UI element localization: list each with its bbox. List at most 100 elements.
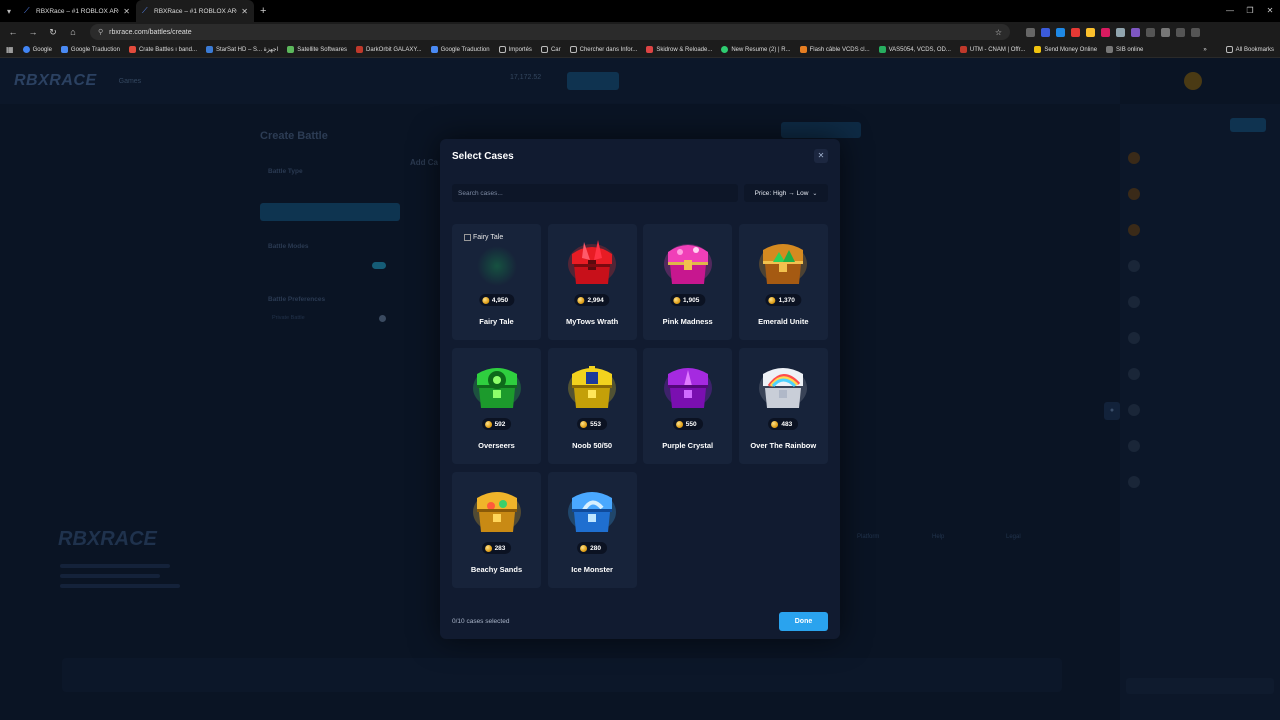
cast-icon[interactable] [1176,27,1185,37]
site-header: RBXRACE Games [0,58,1120,104]
bookmark-folder[interactable]: Car [540,46,561,53]
bookmark-item[interactable]: VAS5054, VCDS, OD... [878,46,951,53]
case-card-emerald-unite[interactable]: 1,370 Emerald Unite [738,224,828,340]
done-button[interactable]: Done [779,612,828,631]
case-card-ice-monster[interactable]: 280 Ice Monster [547,472,637,588]
chat-avatar [1128,332,1140,344]
bookmark-favicon-icon [646,46,654,53]
bookmark-folder[interactable]: Chercher dans Infor... [569,46,637,53]
site-info-icon[interactable]: ⚲ [98,28,103,36]
extension-icon[interactable] [1101,27,1110,37]
bookmark-item[interactable]: DarkOrbit GALAXY... [355,46,422,53]
private-battle-toggle[interactable] [379,315,386,322]
deposit-button[interactable] [567,72,619,90]
bookmark-item[interactable]: Google Traduction [60,46,120,53]
case-card-mytows-wrath[interactable]: 2,994 MyTows Wrath [547,224,637,340]
puzzle-icon[interactable] [1161,27,1170,37]
back-arrow-icon[interactable]: ← [4,27,22,37]
browser-tab-active[interactable]: ⟋ RBXRace – #1 ROBLOX ARCADE ✕ [136,0,254,22]
extension-icon[interactable] [1131,27,1140,37]
bookmark-favicon-icon [878,46,886,53]
nav-games[interactable]: Games [119,78,142,85]
bookmark-item[interactable]: Send Money Online [1034,46,1097,53]
reload-icon[interactable]: ↻ [44,27,62,38]
forward-arrow-icon[interactable]: → [24,27,42,37]
bookmark-item[interactable]: Google [22,46,52,53]
tab-title: RBXRace – #1 ROBLOX ARCADE [154,7,237,15]
address-bar-row: ← → ↻ ⌂ ⚲ rbxrace.com/battles/create ☆ [0,22,1280,42]
home-icon[interactable]: ⌂ [64,27,82,37]
new-tab-icon[interactable]: + [254,5,272,17]
extension-icon[interactable] [1041,27,1050,37]
bookmark-star-icon[interactable]: ☆ [995,28,1002,37]
case-card-beachy-sands[interactable]: 283 Beachy Sands [452,472,541,588]
bookmark-item[interactable]: New Resume (2) | R... [721,46,791,53]
case-card-fairy-tale[interactable]: Fairy Tale 4,950 Fairy Tale [452,224,541,340]
tab-close-icon[interactable]: ✕ [241,7,248,16]
case-price: 1,905 [670,294,706,306]
chat-avatar [1128,368,1140,380]
bookmark-item[interactable]: StarSat HD – S... اجهزة [205,46,278,53]
emerald-chest-icon [759,244,808,284]
sort-dropdown[interactable]: Price: High → Low ⌄ [744,184,828,202]
extensions-bar [1026,27,1200,37]
battle-type-option[interactable] [260,181,400,199]
close-icon[interactable]: ✕ [814,149,828,163]
pink-chest-icon [663,244,712,284]
chevron-down-icon: ⌄ [812,190,818,197]
apps-grid-icon[interactable]: ▦ [6,45,14,54]
chat-avatar [1128,152,1140,164]
case-name: Ice Monster [571,565,613,574]
minimize-icon[interactable]: — [1220,0,1240,22]
all-bookmarks-folder[interactable]: » All Bookmarks [1203,46,1274,53]
mode-toggle[interactable] [372,262,386,269]
bookmark-item[interactable]: Flash câble VCDS cl... [799,46,870,53]
tab-search-icon[interactable]: ▾ [0,0,18,22]
create-battle-button[interactable] [781,122,861,138]
search-cases-input[interactable] [452,184,738,202]
coin-icon [484,420,492,428]
extension-icon[interactable] [1146,27,1155,37]
battle-type-option-selected[interactable] [260,203,400,221]
extension-icon[interactable] [1056,27,1065,37]
chat-bubble-icon[interactable]: ● [1104,402,1120,420]
bookmark-item[interactable]: SIB online [1106,46,1143,53]
bookmark-folder[interactable]: Importés [498,46,532,53]
avatar[interactable] [1184,72,1202,90]
extension-icon[interactable] [1116,27,1125,37]
tab-close-icon[interactable]: ✕ [123,7,130,16]
window-close-icon[interactable]: ✕ [1260,0,1280,22]
case-card-noob-50-50[interactable]: 553 Noob 50/50 [547,348,637,464]
bookmark-item[interactable]: Google Traduction [430,46,490,53]
select-cases-modal: Select Cases ✕ Price: High → Low ⌄ Fairy… [440,139,840,639]
maximize-icon[interactable]: ❐ [1240,0,1260,22]
bookmark-item[interactable]: UTM - CNAM | Offr... [959,46,1025,53]
bookmark-item[interactable]: Crate Battles ı band... [128,46,197,53]
extension-icon[interactable] [1071,27,1080,37]
join-rain-button[interactable] [1230,118,1266,132]
chat-panel [1120,104,1280,720]
case-card-overseers[interactable]: 592 Overseers [452,348,541,464]
case-card-pink-madness[interactable]: 1,905 Pink Madness [643,224,733,340]
battle-mode-row[interactable] [260,256,400,274]
case-card-over-the-rainbow[interactable]: 483 Over The Rainbow [738,348,828,464]
site-logo[interactable]: RBXRACE [14,72,97,90]
bookmark-item[interactable]: Satellite Softwares [287,46,347,53]
ice-chest-icon [568,492,617,532]
url-field[interactable]: ⚲ rbxrace.com/battles/create ☆ [90,24,1010,40]
chat-message [1120,252,1280,288]
case-name: Purple Crystal [662,441,714,450]
case-price: 550 [672,418,703,430]
private-battle-row[interactable]: Private Battle [260,309,400,327]
bookmark-item[interactable]: Skidrow & Reloade... [646,46,712,53]
coin-icon [768,296,776,304]
chat-input[interactable] [1126,678,1274,694]
extension-icon[interactable] [1026,27,1035,37]
browser-tab[interactable]: ⟋ RBXRace – #1 ROBLOX ARCADE ✕ [18,0,136,22]
bottom-bar [62,658,1062,692]
chat-message [1120,432,1280,468]
profile-icon[interactable] [1191,27,1200,37]
case-card-purple-crystal[interactable]: 550 Purple Crystal [643,348,733,464]
case-price: 4,950 [478,294,515,306]
extension-icon[interactable] [1086,27,1095,37]
